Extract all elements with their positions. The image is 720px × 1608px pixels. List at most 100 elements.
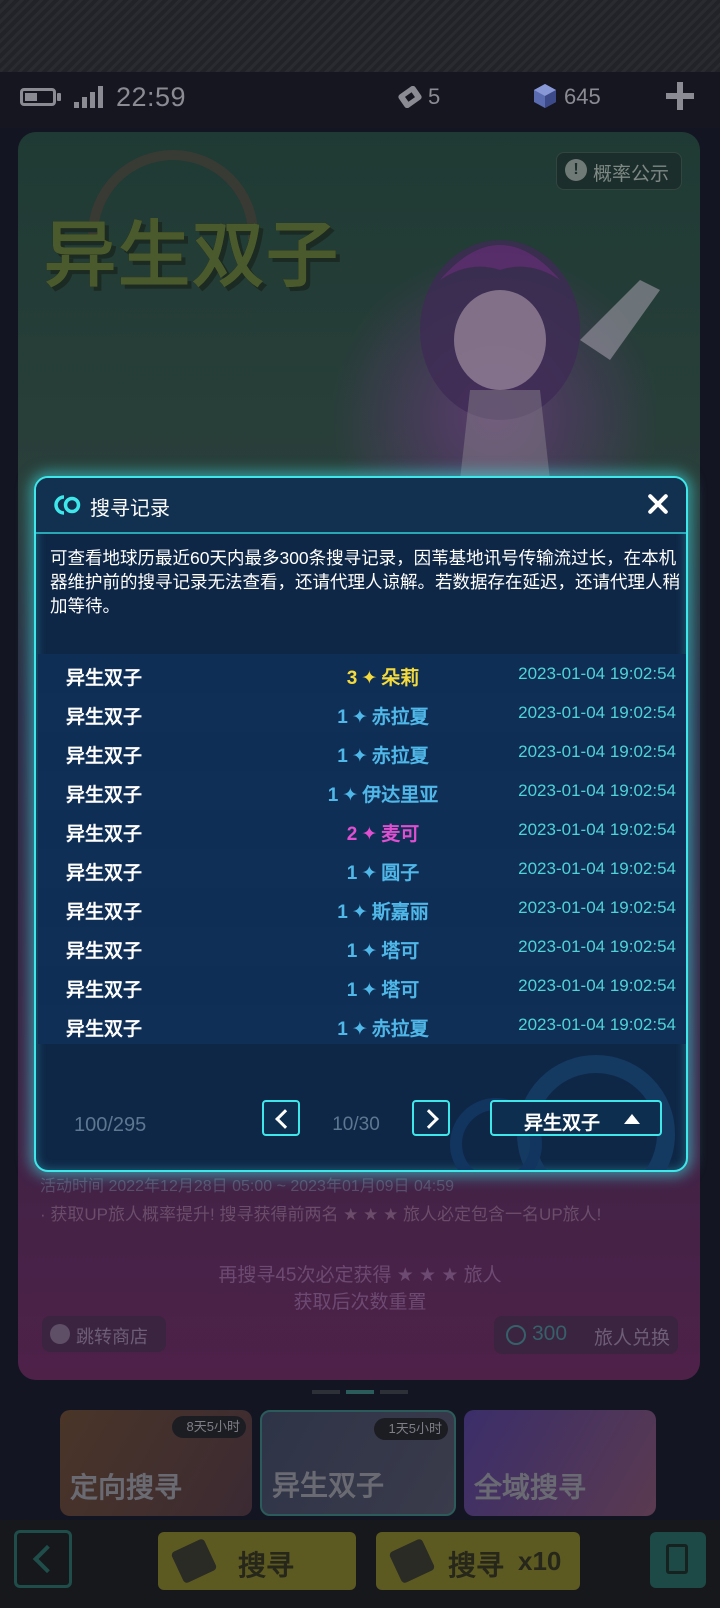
star-icon: ✦ [342,785,359,806]
record-pool: 异生双子 [66,1019,143,1040]
record-logo-icon [54,495,81,515]
star-icon: ✦ [361,824,378,845]
dialog-title: 搜寻记录 [90,498,170,520]
probability-button-label: 概率公示 [593,164,670,185]
next-page-button[interactable] [412,1100,450,1136]
star-icon: ✦ [361,668,378,689]
close-icon[interactable] [644,490,672,518]
triangle-up-icon [624,1114,640,1124]
go-shop-label: 跳转商店 [76,1327,148,1347]
record-stars: 2 [346,824,358,845]
star-icon: ✦ [351,902,368,923]
pool-filter-label: 异生双子 [524,1113,601,1134]
record-time: 2023-01-04 19:02:54 [518,664,676,683]
record-traveler-name: 塔可 [381,980,420,1001]
ticket-icon [398,86,422,108]
record-stars: 1 [346,941,358,962]
record-traveler: 1 ✦ 塔可 [258,975,508,1002]
record-traveler-name: 赤拉夏 [371,707,429,728]
record-pool: 异生双子 [66,863,143,884]
star-icon: ✦ [351,707,368,728]
exclamation-icon [565,159,587,181]
battery-tip [57,93,61,101]
pity-reset-text: 获取后次数重置 [293,1292,427,1313]
tab-label: 异生双子 [272,1470,385,1501]
bottom-bar [0,1520,720,1608]
record-time: 2023-01-04 19:02:54 [518,742,676,761]
dialog-note: 可查看地球历最近60天内最多300条搜寻记录，因苇基地讯号传输流过长，在本机器维… [50,548,680,616]
record-stars: 1 [327,785,339,806]
search-ten-button[interactable]: 搜寻 x10 [376,1532,580,1590]
record-pool: 异生双子 [66,707,143,728]
character-illustration [420,240,660,480]
system-top-strip [0,0,720,72]
page-indicator [312,1390,408,1394]
search-once-button[interactable]: 搜寻 [158,1532,356,1590]
record-stars: 3 [346,668,358,689]
pool-filter-dropdown[interactable]: 异生双子 [490,1100,662,1136]
tab-timer: 1天5小时 [374,1418,448,1440]
record-stars: 1 [337,902,348,923]
probability-button[interactable]: 概率公示 [556,152,682,190]
banner-logo: 异生双子 [44,216,341,296]
ticket-icon [170,1537,218,1585]
star-icon: ✦ [361,863,378,884]
page-label: 10/30 [332,1114,380,1135]
record-time: 2023-01-04 19:02:54 [518,1015,676,1034]
table-row: 异生双子 1 ✦ 赤拉夏 2023-01-04 19:02:54 [38,693,686,732]
record-time: 2023-01-04 19:02:54 [518,976,676,995]
table-row: 异生双子 1 ✦ 塔可 2023-01-04 19:02:54 [38,927,686,966]
search-ten-label: 搜寻 [448,1550,505,1581]
pity-text: 再搜寻45次必定获得 ★ ★ ★ 旅人 [218,1265,502,1286]
status-bar [0,72,720,128]
record-traveler-name: 圆子 [381,863,420,884]
table-row: 异生双子 1 ✦ 圆子 2023-01-04 19:02:54 [38,849,686,888]
arrow-circle-icon [50,1324,70,1344]
tab-twins[interactable]: 1天5小时 异生双子 [260,1410,456,1516]
signal-icon [74,86,106,108]
prev-page-button[interactable] [262,1100,300,1136]
table-row: 异生双子 1 ✦ 塔可 2023-01-04 19:02:54 [38,966,686,1005]
record-time: 2023-01-04 19:02:54 [518,703,676,722]
record-pool: 异生双子 [66,785,143,806]
record-traveler: 1 ✦ 圆子 [258,858,508,885]
record-traveler-name: 塔可 [381,941,420,962]
battery-icon [20,88,56,106]
record-traveler: 1 ✦ 赤拉夏 [258,702,508,729]
record-count: 100/295 [74,1114,147,1136]
record-time: 2023-01-04 19:02:54 [518,898,676,917]
record-table: 异生双子 3 ✦ 朵莉 2023-01-04 19:02:54 异生双子 1 ✦ 赤拉夏 2023… [38,654,686,1044]
record-stars: 1 [337,746,348,767]
record-pool: 异生双子 [66,668,143,689]
exchange-label: 旅人兑换 [594,1328,671,1349]
record-stars: 1 [337,1019,348,1040]
record-traveler: 1 ✦ 塔可 [258,936,508,963]
traveler-exchange-button[interactable]: 300 旅人兑换 [494,1316,678,1354]
ticket-count: 5 [428,84,441,109]
crystal-count: 645 [564,84,601,109]
record-traveler-name: 赤拉夏 [371,746,429,767]
record-time: 2023-01-04 19:02:54 [518,937,676,956]
tab-global-search[interactable]: 全域搜寻 [464,1410,656,1516]
star-icon: ✦ [351,746,368,767]
add-currency-button[interactable] [664,80,696,112]
record-traveler: 1 ✦ 赤拉夏 [258,741,508,768]
record-clipboard-button[interactable] [650,1532,706,1588]
record-pool: 异生双子 [66,824,143,845]
table-row: 异生双子 3 ✦ 朵莉 2023-01-04 19:02:54 [38,654,686,693]
search-record-dialog: 搜寻记录 可查看地球历最近60天内最多300条搜寻记录，因苇基地讯号传输流过长，… [34,476,688,1172]
back-button[interactable] [14,1530,72,1588]
record-stars: 1 [346,980,358,1001]
record-pool: 异生双子 [66,941,143,962]
record-time: 2023-01-04 19:02:54 [518,859,676,878]
star-icon: ✦ [361,941,378,962]
event-rule-text: · 获取UP旅人概率提升! 搜寻获得前两名 ★ ★ ★ 旅人必定包含一名UP旅人… [40,1205,602,1224]
record-time: 2023-01-04 19:02:54 [518,781,676,800]
record-time: 2023-01-04 19:02:54 [518,820,676,839]
tab-directed-search[interactable]: 8天5小时 定向搜寻 [60,1410,252,1516]
go-shop-button[interactable]: 跳转商店 [42,1316,166,1352]
tab-label: 全域搜寻 [474,1472,587,1503]
record-traveler: 1 ✦ 斯嘉丽 [258,897,508,924]
star-icon: ✦ [361,980,378,1001]
event-time-text: 活动时间 2022年12月28日 05:00 ~ 2023年01月09日 04:… [40,1178,455,1195]
